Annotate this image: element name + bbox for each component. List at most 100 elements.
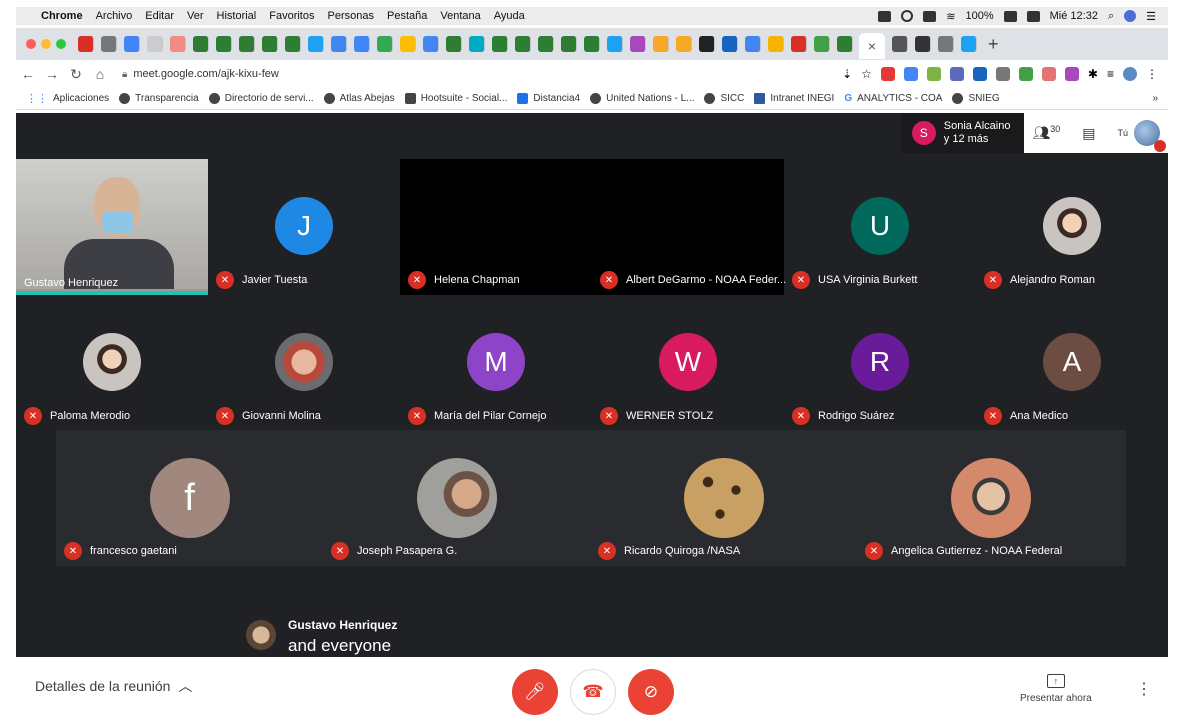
- participant-tile[interactable]: M ✕ María del Pilar Cornejo: [400, 295, 592, 431]
- bookmark-analytics[interactable]: G ANALYTICS - COA: [844, 93, 942, 104]
- tab-favicon[interactable]: [698, 36, 715, 52]
- extension-icon[interactable]: [880, 67, 895, 81]
- extension-icon[interactable]: [926, 67, 941, 81]
- clock-label[interactable]: Mié 12:32: [1050, 10, 1098, 22]
- tab-favicon[interactable]: [330, 36, 347, 52]
- tab-favicon[interactable]: [445, 36, 462, 52]
- participant-tile[interactable]: W ✕ WERNER STOLZ: [592, 295, 784, 431]
- menu-historial[interactable]: Historial: [217, 10, 257, 22]
- cloud-icon[interactable]: [923, 10, 937, 22]
- tab-favicon[interactable]: [891, 36, 908, 52]
- close-window-icon[interactable]: [26, 39, 36, 49]
- meeting-details-button[interactable]: Detalles de la reunión ︿: [35, 676, 192, 696]
- extension-icon[interactable]: [949, 67, 964, 81]
- tab-favicon[interactable]: [790, 36, 807, 52]
- tab-favicon[interactable]: [123, 36, 140, 52]
- tab-favicon[interactable]: [937, 36, 954, 52]
- bookmark-sicc[interactable]: SICC: [704, 93, 744, 104]
- extension-icon[interactable]: [972, 67, 987, 81]
- tab-favicon[interactable]: [307, 36, 324, 52]
- tab-favicon[interactable]: [146, 36, 163, 52]
- wifi-icon[interactable]: ≋: [946, 10, 955, 23]
- tab-favicon[interactable]: [376, 36, 393, 52]
- extensions-puzzle-icon[interactable]: ✱: [1088, 67, 1098, 81]
- toggle-camera-button[interactable]: ⊘: [628, 669, 674, 715]
- tab-favicon[interactable]: [606, 36, 623, 52]
- tab-favicon[interactable]: [468, 36, 485, 52]
- present-now-button[interactable]: ↑ Presentar ahora: [1020, 674, 1092, 704]
- menu-ayuda[interactable]: Ayuda: [494, 10, 525, 22]
- control-center-icon[interactable]: ☰: [1146, 10, 1156, 23]
- tab-favicon[interactable]: [629, 36, 646, 52]
- tab-favicon[interactable]: [960, 36, 977, 52]
- participant-tile[interactable]: ✕ Alejandro Roman: [976, 159, 1168, 295]
- menu-favoritos[interactable]: Favoritos: [269, 10, 314, 22]
- bookmark-transparencia[interactable]: Transparencia: [119, 93, 199, 104]
- menu-ver[interactable]: Ver: [187, 10, 204, 22]
- menu-pestana[interactable]: Pestaña: [387, 10, 427, 22]
- tab-favicon[interactable]: [422, 36, 439, 52]
- tab-favicon[interactable]: [721, 36, 738, 52]
- back-icon[interactable]: ←: [16, 66, 40, 82]
- participants-button[interactable]: 👥︎30: [1032, 124, 1060, 142]
- participant-tile[interactable]: A ✕ Ana Medico: [976, 295, 1168, 431]
- bookmark-directorio[interactable]: Directorio de servi...: [208, 93, 314, 104]
- leave-call-button[interactable]: ☎︎: [570, 669, 616, 715]
- tab-favicon[interactable]: [353, 36, 370, 52]
- bookmark-star-icon[interactable]: ☆: [861, 67, 872, 81]
- participant-tile[interactable]: ✕ Paloma Merodio: [16, 295, 208, 431]
- new-tab-button[interactable]: +: [988, 34, 999, 55]
- reload-icon[interactable]: ↻: [64, 66, 88, 83]
- participant-tile[interactable]: R ✕ Rodrigo Suárez: [784, 295, 976, 431]
- download-icon[interactable]: ⇣: [842, 67, 852, 81]
- tab-favicon[interactable]: [813, 36, 830, 52]
- chat-button[interactable]: ▤: [1082, 125, 1095, 142]
- menu-personas[interactable]: Personas: [328, 10, 374, 22]
- bookmark-hootsuite[interactable]: Hootsuite - Social...: [404, 93, 507, 104]
- tab-favicon[interactable]: [537, 36, 554, 52]
- tab-favicon[interactable]: [767, 36, 784, 52]
- tab-favicon[interactable]: [261, 36, 278, 52]
- tab-favicon[interactable]: [77, 36, 94, 52]
- tab-meet-active[interactable]: ×: [859, 33, 885, 59]
- participant-tile[interactable]: ✕ Angelica Gutierrez - NOAA Federal: [857, 430, 1124, 566]
- menu-editar[interactable]: Editar: [145, 10, 174, 22]
- keyboard-icon[interactable]: [1026, 10, 1040, 22]
- forward-icon[interactable]: →: [40, 66, 64, 82]
- tab-favicon[interactable]: [744, 36, 761, 52]
- status-icon[interactable]: [878, 10, 892, 22]
- tab-favicon[interactable]: [675, 36, 692, 52]
- siri-icon[interactable]: [1124, 10, 1137, 22]
- bookmark-distancia4[interactable]: Distancia4: [517, 93, 580, 104]
- bookmark-united-nations[interactable]: United Nations - L...: [590, 93, 694, 104]
- tab-favicon[interactable]: [491, 36, 508, 52]
- tab-favicon[interactable]: [192, 36, 209, 52]
- extension-icon[interactable]: [903, 67, 918, 81]
- tab-favicon[interactable]: [560, 36, 577, 52]
- extension-icon[interactable]: [1064, 67, 1079, 81]
- participant-tile[interactable]: ✕ Joseph Pasapera G.: [323, 430, 590, 566]
- bookmark-intranet-inegi[interactable]: Intranet INEGI: [754, 93, 834, 104]
- presenter-chip[interactable]: S Sonia Alcaino y 12 más: [901, 113, 1025, 153]
- tab-favicon[interactable]: [914, 36, 931, 52]
- menu-archivo[interactable]: Archivo: [96, 10, 133, 22]
- participant-tile[interactable]: Gustavo Henriquez: [16, 159, 208, 295]
- participant-tile[interactable]: U ✕ USA Virginia Burkett: [784, 159, 976, 295]
- tab-favicon[interactable]: [284, 36, 301, 52]
- clock-status-icon[interactable]: [901, 10, 914, 22]
- bookmark-aplicaciones[interactable]: ⋮⋮ Aplicaciones: [26, 92, 109, 105]
- tab-favicon[interactable]: [652, 36, 669, 52]
- battery-label[interactable]: 100%: [966, 10, 994, 22]
- address-bar[interactable]: 🔒︎ meet.google.com/ajk-kixu-few: [122, 68, 279, 80]
- participant-tile[interactable]: J ✕ Javier Tuesta: [208, 159, 400, 295]
- self-avatar[interactable]: [1134, 120, 1166, 152]
- tab-favicon[interactable]: [215, 36, 232, 52]
- reading-list-icon[interactable]: ≡: [1107, 67, 1114, 81]
- tab-favicon[interactable]: [399, 36, 416, 52]
- minimize-window-icon[interactable]: [41, 39, 51, 49]
- close-tab-icon[interactable]: ×: [868, 38, 876, 54]
- participant-tile[interactable]: ✕ Giovanni Molina: [208, 295, 400, 431]
- chrome-menu-icon[interactable]: ⋮: [1146, 67, 1158, 81]
- spotlight-search-icon[interactable]: ⌕: [1108, 10, 1114, 23]
- home-icon[interactable]: ⌂: [88, 66, 112, 82]
